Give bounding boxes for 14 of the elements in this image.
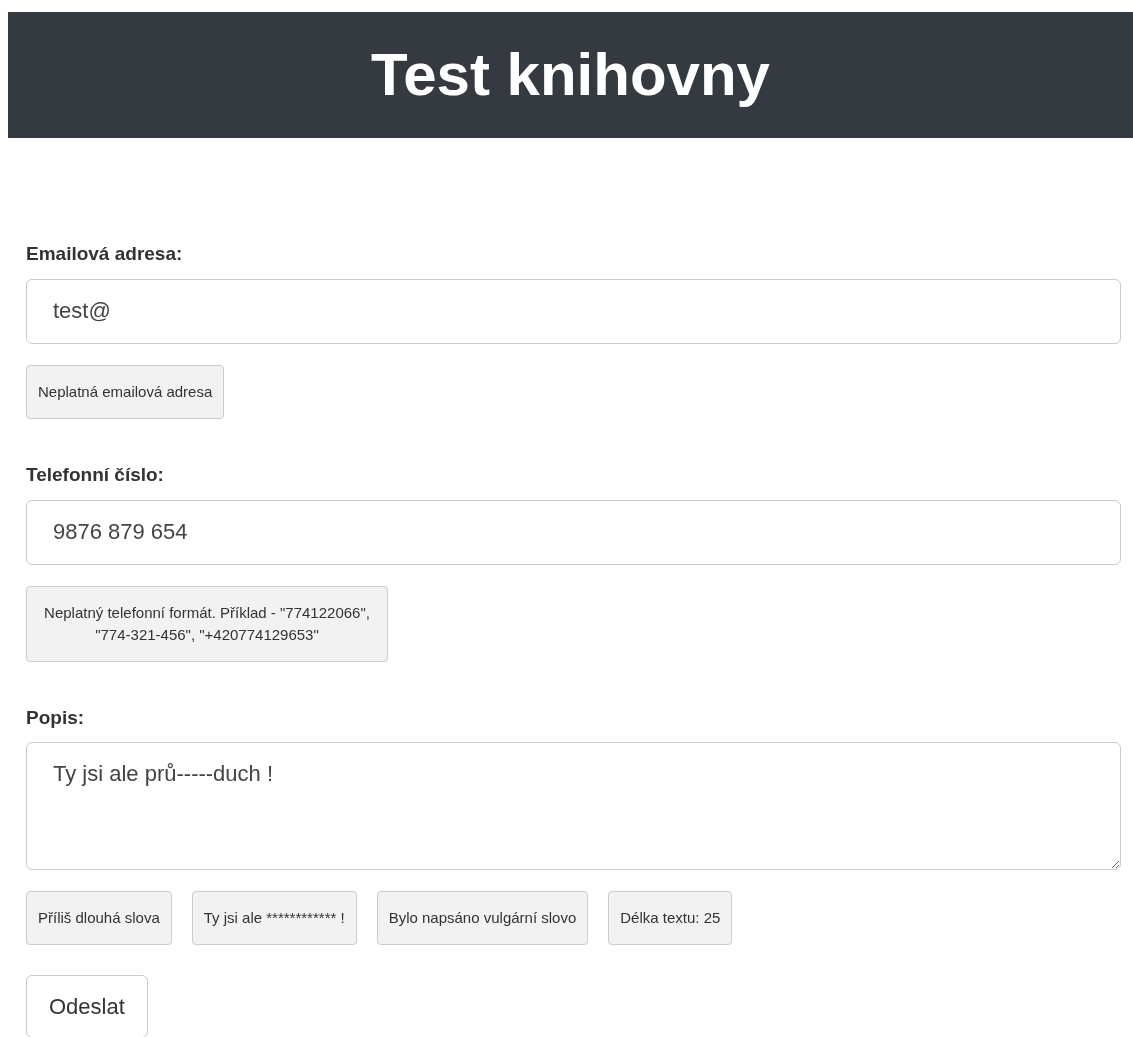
validation-message: Bylo napsáno vulgární slovo [376,891,589,946]
page-title: Test knihovny [371,45,770,105]
input-field[interactable]: 9876 879 654 [26,499,1121,565]
validation-message: Neplatná emailová adresa [26,364,225,419]
validation-message: Ty jsi ale ************ ! [191,891,357,946]
description-textarea[interactable]: Ty jsi ale prů-----duch ! [26,742,1121,871]
field-label: Popis: [26,705,86,730]
validation-message: Neplatný telefonní formát. Příklad - "774122066", "774-321-456", "+420774129653" [26,585,388,662]
field-label: Emailová adresa: [26,242,184,266]
validation-message: Příliš dlouhá slova [26,891,172,946]
submit-button[interactable]: Odeslat [26,975,148,1037]
field-label: Telefonní číslo: [26,462,165,487]
input-field[interactable]: test@ [26,278,1121,344]
validation-message: Délka textu: 25 [608,891,733,946]
